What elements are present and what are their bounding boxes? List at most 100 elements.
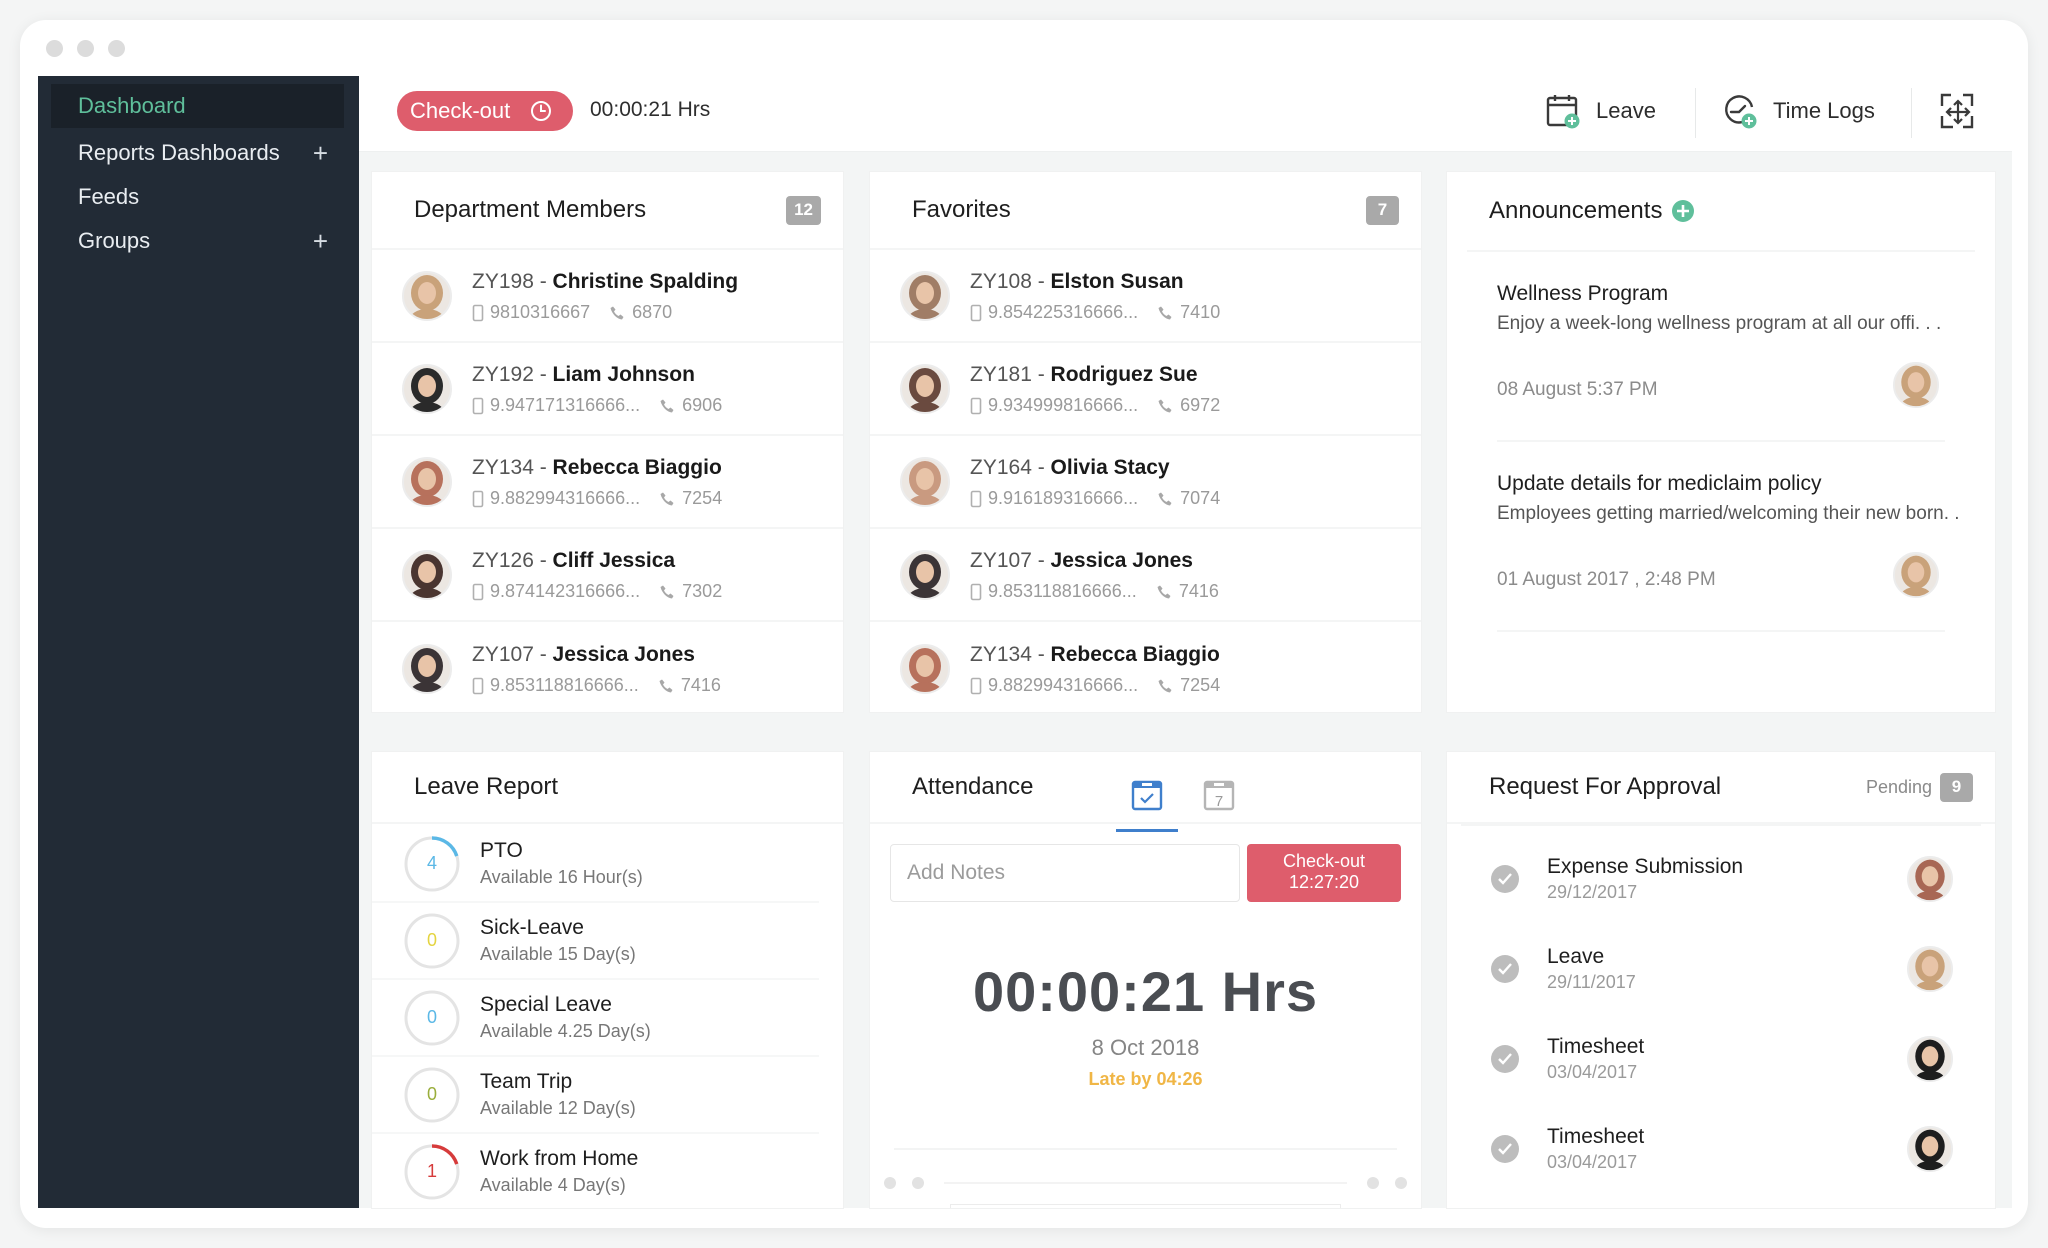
approval-item[interactable]: Timesheet 03/04/2017 — [1461, 1104, 1981, 1194]
member-contacts: 9.882994316666... 7254 — [472, 488, 722, 509]
member-row[interactable]: ZY126 - Cliff Jessica 9.874142316666... … — [372, 529, 843, 622]
leave-item[interactable]: 1 Work from Home Available 4 Day(s) — [372, 1134, 819, 1208]
timeline-panel — [950, 1204, 1341, 1208]
member-title: ZY198 - Christine Spalding — [472, 268, 738, 296]
announcement-item[interactable]: Update details for mediclaim policy Empl… — [1497, 442, 1960, 632]
member-row[interactable]: ZY192 - Liam Johnson 9.947171316666... 6… — [372, 343, 843, 436]
leave-info: Special Leave Available 4.25 Day(s) — [480, 993, 651, 1042]
approval-item[interactable]: Leave 29/11/2017 — [1461, 924, 1981, 1014]
leave-action[interactable]: Leave — [1546, 90, 1656, 132]
leave-available: Available 16 Hour(s) — [480, 867, 643, 887]
add-report-dashboard-icon[interactable]: + — [313, 138, 328, 169]
member-title: ZY181 - Rodriguez Sue — [970, 361, 1220, 389]
phone-icon — [1157, 585, 1171, 598]
avatar-image — [402, 456, 452, 507]
member-list: ZY198 - Christine Spalding 9810316667 68… — [372, 250, 843, 715]
leave-item[interactable]: 4 PTO Available 16 Hour(s) — [372, 826, 819, 903]
favorites-list: ZY108 - Elston Susan 9.854225316666... 7… — [870, 250, 1421, 715]
leave-type: PTO — [480, 839, 523, 862]
tab-daily-view[interactable] — [1116, 778, 1178, 832]
sidebar-item-feeds[interactable]: Feeds — [51, 175, 344, 219]
member-title: ZY164 - Olivia Stacy — [970, 454, 1220, 482]
member-row[interactable]: ZY134 - Rebecca Biaggio 9.882994316666..… — [372, 436, 843, 529]
card-header: Request For Approval Pending 9 — [1447, 752, 1995, 824]
mobile-number: 9.916189316666... — [988, 488, 1139, 508]
extension-number: 6870 — [632, 302, 673, 322]
leave-taken-count: 4 — [426, 853, 437, 873]
window-minimize-dot[interactable] — [77, 40, 94, 57]
member-row[interactable]: ZY108 - Elston Susan 9.854225316666... 7… — [870, 250, 1421, 343]
expand-button[interactable] — [1939, 90, 1975, 132]
member-row[interactable]: ZY164 - Olivia Stacy 9.916189316666... 7… — [870, 436, 1421, 529]
member-contacts: 9.934999816666... 6972 — [970, 395, 1220, 416]
approve-check-icon[interactable] — [1491, 865, 1519, 893]
time-logs-action[interactable]: Time Logs — [1723, 90, 1875, 132]
avatar-image — [900, 643, 950, 694]
avatar-image — [1907, 946, 1953, 992]
member-info: ZY107 - Jessica Jones 9.853118816666... … — [472, 641, 721, 696]
extension-number: 7416 — [680, 675, 721, 695]
time-logs-label: Time Logs — [1773, 98, 1875, 123]
checkout-label: Check-out — [1282, 851, 1366, 871]
approve-check-icon[interactable] — [1491, 1135, 1519, 1163]
phone-icon — [1158, 306, 1172, 319]
mobile-number: 9.853118816666... — [988, 581, 1137, 601]
separator: - — [1031, 363, 1051, 386]
approval-info: Leave 29/11/2017 — [1547, 945, 1636, 993]
phone-icon — [659, 679, 673, 692]
requester-avatar — [1907, 1036, 1953, 1082]
mobile-icon — [970, 583, 982, 600]
employee-id: ZY134 — [970, 643, 1032, 666]
requester-avatar — [1907, 946, 1953, 992]
add-notes-input[interactable] — [890, 844, 1240, 902]
leave-taken-count: 0 — [426, 930, 437, 950]
employee-id: ZY107 — [472, 643, 534, 666]
window-maximize-dot[interactable] — [108, 40, 125, 57]
separator: - — [1031, 643, 1051, 666]
announcement-item[interactable]: Wellness Program Enjoy a week-long welln… — [1497, 252, 1945, 442]
member-info: ZY134 - Rebecca Biaggio 9.882994316666..… — [472, 454, 722, 509]
approve-check-icon[interactable] — [1491, 955, 1519, 983]
checkout-button[interactable]: Check-out — [397, 91, 573, 131]
member-row[interactable]: ZY107 - Jessica Jones 9.853118816666... … — [372, 622, 843, 715]
mobile-icon — [472, 490, 484, 507]
timeline-dot — [1367, 1177, 1379, 1189]
window-close-dot[interactable] — [46, 40, 63, 57]
attendance-timer: 00:00:21 Hrs — [972, 960, 1319, 1023]
member-contacts: 9810316667 6870 — [472, 302, 738, 323]
approval-item[interactable]: Timesheet 03/04/2017 — [1461, 1014, 1981, 1104]
employee-name: Rodriguez Sue — [1050, 363, 1198, 386]
attendance-checkout-button[interactable]: Check-out 12:27:20 — [1247, 844, 1401, 902]
leave-item[interactable]: 0 Team Trip Available 12 Day(s) — [372, 1057, 819, 1134]
member-row[interactable]: ZY107 - Jessica Jones 9.853118816666... … — [870, 529, 1421, 622]
timeline-dot — [884, 1177, 896, 1189]
member-row[interactable]: ZY134 - Rebecca Biaggio 9.882994316666..… — [870, 622, 1421, 715]
member-row[interactable]: ZY181 - Rodriguez Sue 9.934999816666... … — [870, 343, 1421, 436]
separator: - — [1031, 549, 1051, 572]
employee-name: Rebecca Biaggio — [1050, 643, 1220, 666]
plus-circle-icon[interactable] — [1672, 200, 1695, 222]
member-count-badge: 12 — [786, 195, 821, 225]
member-contacts: 9.853118816666... 7416 — [472, 675, 721, 696]
avatar — [900, 270, 950, 321]
member-row[interactable]: ZY198 - Christine Spalding 9810316667 68… — [372, 250, 843, 343]
employee-id: ZY164 — [970, 456, 1032, 479]
leave-item[interactable]: 0 Sick-Leave Available 15 Day(s) — [372, 903, 819, 980]
sidebar-item-dashboard[interactable]: Dashboard — [51, 84, 344, 128]
avatar — [900, 549, 950, 600]
late-indicator: Late by 04:26 — [1088, 1069, 1203, 1089]
approval-item[interactable]: Expense Submission 29/12/2017 — [1461, 834, 1981, 924]
sidebar-item-reports-dashboards[interactable]: Reports Dashboards + — [51, 131, 344, 175]
member-title: ZY107 - Jessica Jones — [472, 641, 721, 669]
leave-item[interactable]: 0 Special Leave Available 4.25 Day(s) — [372, 980, 819, 1057]
approve-check-icon[interactable] — [1491, 1045, 1519, 1073]
add-group-icon[interactable]: + — [313, 226, 328, 257]
member-contacts: 9.947171316666... 6906 — [472, 395, 722, 416]
avatar-image — [402, 363, 452, 414]
mobile-icon — [970, 677, 982, 694]
leave-info: Sick-Leave Available 15 Day(s) — [480, 916, 636, 965]
tab-weekly-view[interactable]: 7 — [1202, 778, 1236, 812]
leave-list: 4 PTO Available 16 Hour(s) 0 Sick-Leave … — [372, 824, 843, 1208]
sidebar-item-groups[interactable]: Groups + — [51, 219, 344, 263]
phone-icon — [660, 399, 674, 412]
